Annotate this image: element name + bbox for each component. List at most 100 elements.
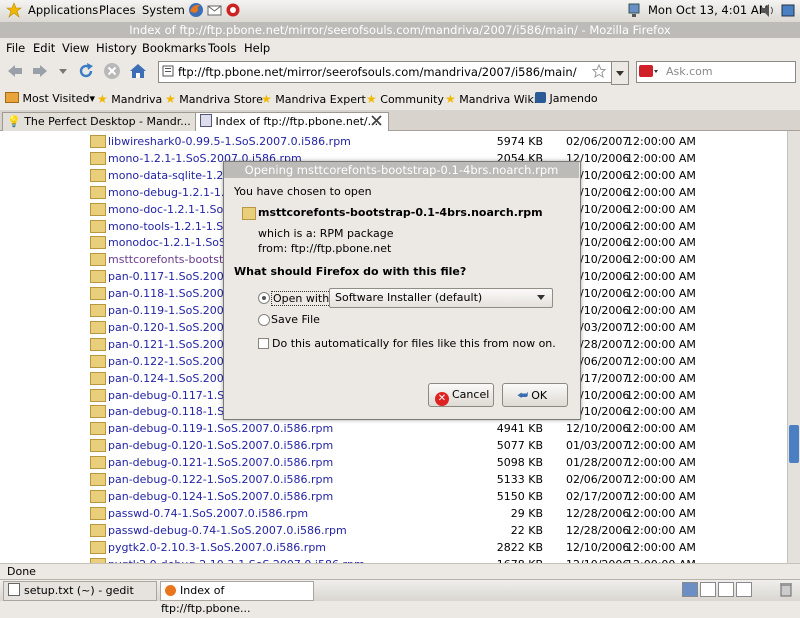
bookmark-mandriva-expert[interactable]: ★ Mandriva Expert (261, 92, 366, 106)
file-size: 4941 KB (496, 422, 543, 436)
file-link[interactable]: passwd-debug-0.74-1.SoS.2007.0.i586.rpm (108, 524, 347, 537)
mail-launcher-icon[interactable] (207, 2, 223, 18)
bookmark-jamendo[interactable]: Jamendo (535, 92, 598, 105)
file-link[interactable]: monodoc-1.2.1-1.SoS. (108, 236, 230, 249)
ok-button[interactable]: ⮨ OK (502, 383, 568, 407)
file-time: 12:00:00 AM (626, 388, 696, 402)
file-time: 12:00:00 AM (626, 304, 696, 317)
file-link[interactable]: pan-0.119-1.SoS.2007 (108, 304, 231, 317)
file-date: 02/06/2007 (566, 473, 630, 486)
file-link[interactable]: pan-debug-0.124-1.SoS.2007.0.i586.rpm (108, 490, 333, 503)
taskbar-firefox[interactable]: Index of ftp://ftp.pbone... (160, 581, 314, 615)
open-with-radio[interactable] (258, 292, 270, 304)
bookmark-mandriva-wiki[interactable]: ★ Mandriva Wiki (445, 92, 537, 106)
menu-view[interactable]: View (62, 41, 89, 55)
volume-icon[interactable] (760, 3, 776, 18)
forward-button[interactable] (31, 63, 49, 79)
file-link[interactable]: pan-debug-0.117-1.SoS (108, 389, 238, 402)
url-text[interactable]: ftp://ftp.pbone.net/mirror/seerofsouls.c… (178, 65, 577, 79)
file-icon (90, 489, 106, 503)
history-dropdown-icon[interactable] (58, 66, 68, 76)
vertical-scrollbar[interactable] (787, 131, 800, 563)
network-icon[interactable] (628, 3, 640, 18)
workspace-4[interactable] (736, 582, 752, 597)
gnome-foot-icon[interactable] (6, 2, 22, 18)
file-link[interactable]: mono-doc-1.2.1-1.SoS (108, 203, 230, 216)
taskbar-gedit[interactable]: setup.txt (~) - gedit (3, 581, 157, 601)
back-button[interactable] (6, 63, 24, 79)
save-file-label[interactable]: Save File (271, 313, 320, 326)
file-link[interactable]: pan-0.122-1.SoS.2007 (108, 355, 231, 368)
file-link[interactable]: pan-debug-0.118-1.SoS (108, 405, 238, 418)
file-time: 12:00:00 AM (626, 506, 696, 520)
close-tab-icon[interactable] (371, 115, 382, 126)
file-link[interactable]: mono-debug-1.2.1-1.S (108, 186, 231, 199)
menu-edit[interactable]: Edit (33, 41, 55, 55)
trash-icon[interactable] (778, 582, 794, 597)
save-file-radio[interactable] (258, 314, 270, 326)
file-link[interactable]: pan-debug-0.120-1.SoS.2007.0.i586.rpm (108, 439, 333, 452)
menu-tools[interactable]: Tools (208, 41, 236, 55)
clock[interactable]: Mon Oct 13, 4:01 AM (648, 3, 769, 17)
home-button[interactable] (129, 62, 147, 80)
scrollbar-thumb[interactable] (789, 425, 799, 463)
file-link[interactable]: pan-0.117-1.SoS.2007 (108, 270, 231, 283)
bookmark-community[interactable]: ★ Community (366, 92, 444, 106)
file-link[interactable]: pygtk2.0-2.10.3-1.SoS.2007.0.i586.rpm (108, 541, 326, 554)
lightbulb-icon: 💡 (7, 115, 21, 128)
file-link[interactable]: pan-debug-0.122-1.SoS.2007.0.i586.rpm (108, 473, 333, 486)
file-time: 12:00:00 AM (626, 354, 696, 368)
file-link[interactable]: mono-tools-1.2.1-1.So (108, 220, 230, 233)
system-menu[interactable]: System (142, 3, 185, 17)
open-with-label[interactable]: Open with (271, 291, 332, 306)
menu-file[interactable]: File (6, 41, 25, 55)
bookmark-star-icon[interactable] (591, 63, 607, 79)
notification-icon[interactable] (781, 3, 795, 18)
tab-perfect-desktop[interactable]: 💡 The Perfect Desktop - Mandr... (2, 112, 196, 131)
file-link[interactable]: pan-0.124-1.SoS.2007 (108, 372, 231, 385)
help-launcher-icon[interactable] (225, 2, 241, 18)
firefox-icon (165, 585, 176, 596)
auto-checkbox[interactable] (258, 338, 269, 349)
workspace-1[interactable] (682, 582, 698, 597)
chevron-down-icon[interactable] (535, 291, 547, 303)
file-icon (90, 253, 106, 267)
url-dropdown-button[interactable] (611, 61, 629, 85)
file-link[interactable]: pan-debug-0.119-1.SoS.2007.0.i586.rpm (108, 422, 333, 435)
file-time: 12:00:00 AM (626, 202, 696, 216)
search-placeholder[interactable]: Ask.com (666, 65, 713, 78)
file-link[interactable]: pan-0.121-1.SoS.2007 (108, 338, 231, 351)
file-link[interactable]: pan-0.118-1.SoS.2007 (108, 287, 231, 300)
menu-bookmarks[interactable]: Bookmarks (142, 41, 206, 55)
file-date: 02/06/2007 (566, 135, 630, 148)
firefox-launcher-icon[interactable] (188, 2, 204, 18)
workspace-3[interactable] (718, 582, 734, 597)
menu-history[interactable]: History (96, 41, 137, 55)
file-link[interactable]: mono-data-sqlite-1.2.1 (108, 169, 234, 182)
search-engine-icon[interactable] (639, 64, 659, 78)
file-link[interactable]: msttcorefonts-bootstra (108, 253, 235, 266)
reload-button[interactable] (77, 62, 95, 80)
bookmark-most-visited[interactable]: Most Visited▾ (5, 92, 95, 105)
workspace-2[interactable] (700, 582, 716, 597)
bookmark-mandriva-store[interactable]: ★ Mandriva Store (165, 92, 263, 106)
applications-menu[interactable]: Applications (28, 3, 98, 17)
places-menu[interactable]: Places (99, 3, 136, 17)
star-icon: ★ (261, 92, 272, 106)
search-box[interactable] (636, 61, 796, 83)
menu-help[interactable]: Help (244, 41, 270, 55)
cancel-button[interactable]: ✕ Cancel (428, 383, 494, 407)
file-link[interactable]: pan-0.120-1.SoS.2007 (108, 321, 231, 334)
dialog-file-type: which is a: RPM package (258, 227, 394, 240)
application-select-value[interactable]: Software Installer (default) (335, 291, 482, 304)
tab-index-of-ftp[interactable]: Index of ftp://ftp.pbone.net/... (195, 112, 389, 131)
auto-checkbox-label[interactable]: Do this automatically for files like thi… (272, 337, 556, 350)
stop-button[interactable] (103, 62, 121, 80)
dialog-file-source: from: ftp://ftp.pbone.net (258, 242, 392, 255)
bookmark-mandriva[interactable]: ★ Mandriva (97, 92, 162, 106)
file-link[interactable]: libwireshark0-0.99.5-1.SoS.2007.0.i586.r… (108, 135, 351, 148)
file-size: 29 KB (510, 506, 543, 520)
file-link[interactable]: pan-debug-0.121-1.SoS.2007.0.i586.rpm (108, 456, 333, 469)
file-row: pygtk2.0-2.10.3-1.SoS.2007.0.i586.rpm 282… (0, 539, 787, 556)
file-link[interactable]: passwd-0.74-1.SoS.2007.0.i586.rpm (108, 507, 308, 520)
